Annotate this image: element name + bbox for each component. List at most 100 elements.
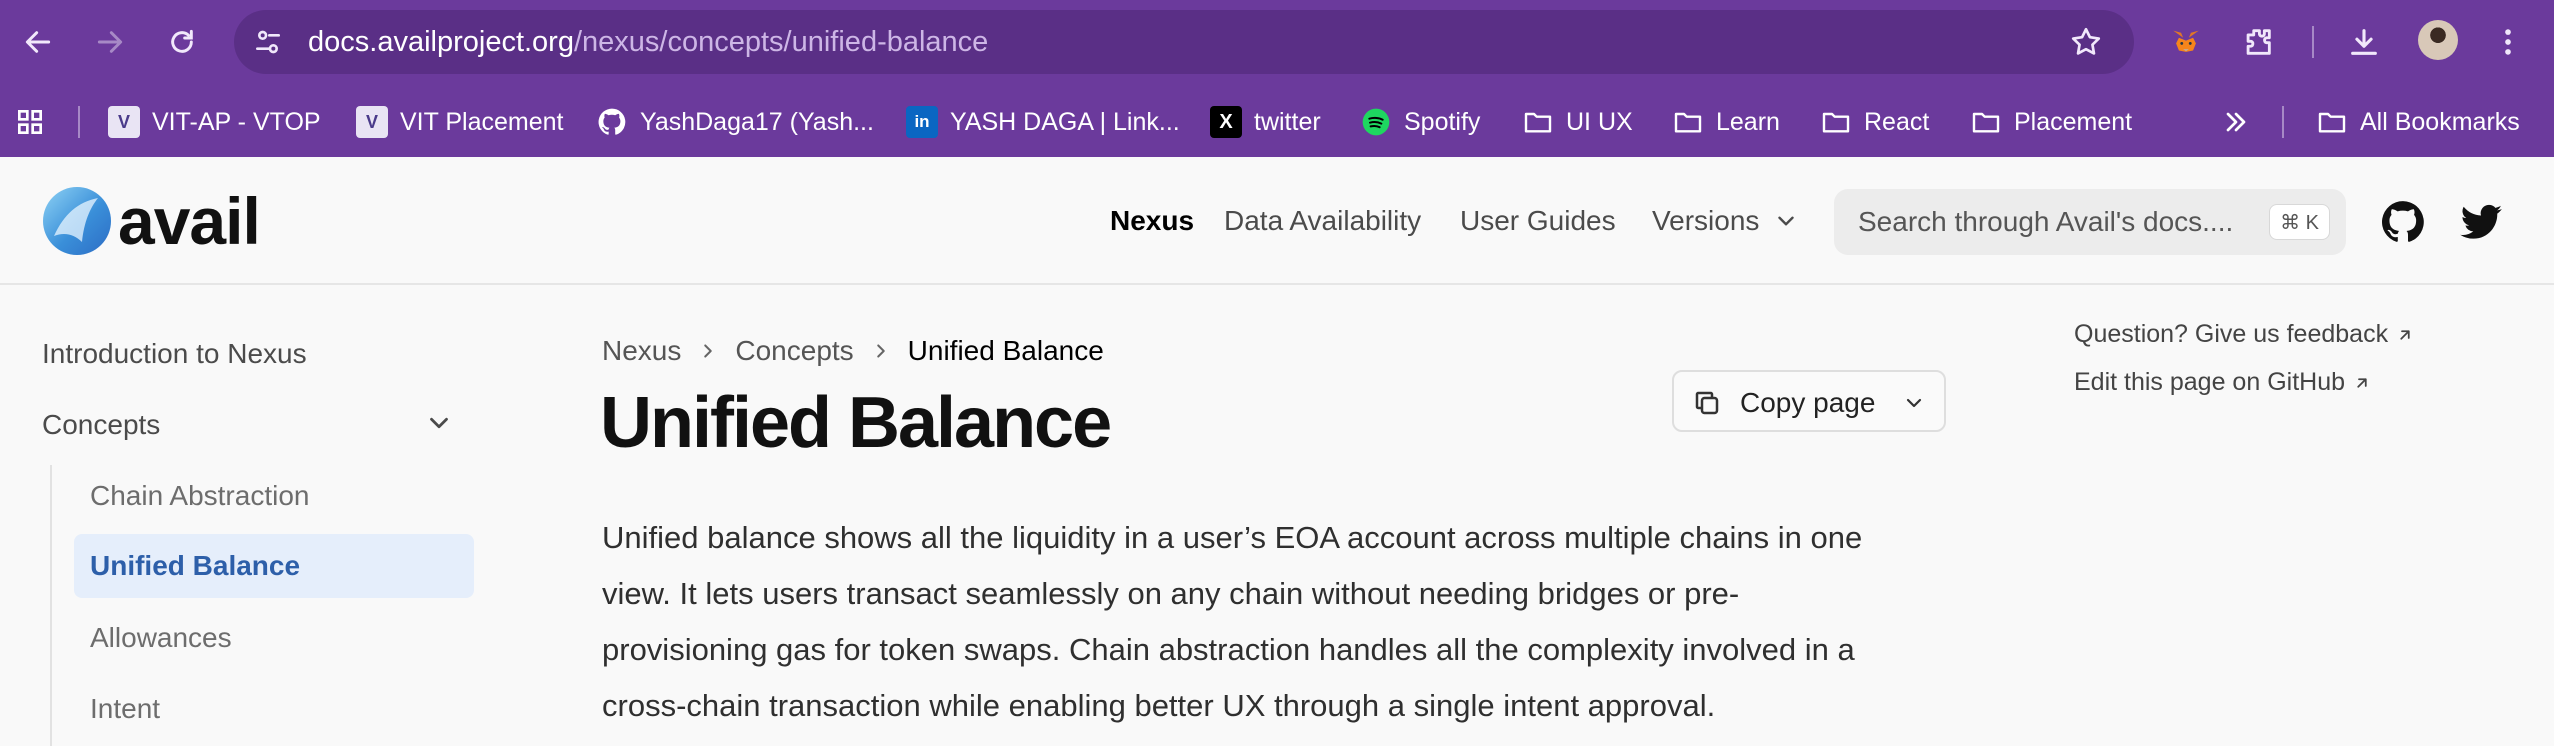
folder-icon [2316, 106, 2348, 138]
bookmark-folder-placement[interactable]: Placement [1970, 94, 2132, 150]
address-bar[interactable]: docs.availproject.org/nexus/concepts/uni… [234, 10, 2134, 74]
search-placeholder: Search through Avail's docs.... [1858, 206, 2234, 237]
url-text[interactable]: docs.availproject.org/nexus/concepts/uni… [308, 26, 988, 59]
bookmark-folder-react[interactable]: React [1820, 94, 1929, 150]
bookmark-separator [2282, 106, 2284, 138]
sidebar-item-intent[interactable]: Intent [90, 693, 160, 725]
chevron-right-icon [704, 344, 713, 358]
all-bookmarks[interactable]: All Bookmarks [2316, 94, 2520, 150]
reload-icon[interactable] [154, 14, 210, 70]
external-link-icon [2357, 377, 2367, 388]
forward-icon[interactable] [82, 14, 138, 70]
browser-chrome: docs.availproject.org/nexus/concepts/uni… [0, 0, 2554, 157]
apps-grid-icon[interactable] [14, 94, 58, 150]
copy-page-label: Copy page [1740, 387, 1876, 418]
nav-versions[interactable]: Versions [1652, 157, 1799, 285]
all-bookmarks-label: All Bookmarks [2360, 107, 2520, 136]
back-icon[interactable] [10, 14, 66, 70]
github-icon [596, 106, 628, 138]
bookmark-label: React [1864, 107, 1930, 136]
sidebar-item-chain-abstraction[interactable]: Chain Abstraction [90, 480, 309, 512]
paragraph-line: Unified balance shows all the liquidity … [602, 520, 1863, 555]
breadcrumb-concepts[interactable]: Concepts [735, 335, 853, 367]
copy-page-button[interactable]: Copy page [1672, 370, 1946, 432]
chevron-down-icon [1778, 216, 1795, 226]
sidebar-item-unified-balance-label: Unified Balance [90, 550, 301, 581]
folder-icon [1522, 106, 1554, 138]
bookmark-label: twitter [1254, 107, 1321, 136]
url-path: /nexus/concepts/unified-balance [573, 26, 989, 58]
breadcrumb-nexus[interactable]: Nexus [602, 335, 681, 367]
linkedin-icon: in [906, 106, 938, 138]
edit-on-github-link[interactable]: Edit this page on GitHub [2074, 368, 2371, 397]
bookmark-vit-ap[interactable]: V VIT-AP - VTOP [108, 94, 321, 150]
folder-icon [1672, 106, 1704, 138]
folder-icon [1970, 106, 2002, 138]
nav-data-availability[interactable]: Data Availability [1224, 157, 1421, 285]
avail-logo-mark [43, 187, 111, 255]
breadcrumb: Nexus Concepts Unified Balance [602, 333, 1104, 369]
toolbar-separator [2312, 26, 2314, 58]
site-settings-icon[interactable] [252, 26, 284, 58]
sidebar-tree-line [50, 465, 52, 746]
bookmark-twitter[interactable]: X twitter [1210, 94, 1321, 150]
search-shortcut-badge: ⌘ K [2269, 204, 2330, 240]
bookmark-label: YASH DAGA | Link... [950, 107, 1180, 136]
feedback-link[interactable]: Question? Give us feedback [2074, 320, 2414, 349]
bookmark-spotify[interactable]: Spotify [1360, 94, 1480, 150]
external-link-icon [2400, 329, 2410, 340]
bookmark-separator [78, 106, 80, 138]
chevron-right-icon [876, 344, 885, 358]
avail-logo[interactable]: avail [40, 183, 261, 259]
bookmark-label: Spotify [1404, 107, 1481, 136]
paragraph-line: view. It lets users transact seamlessly … [602, 576, 1740, 611]
url-host: docs.availproject.org [308, 26, 574, 58]
github-icon[interactable] [2378, 197, 2428, 247]
bookmark-label: YashDaga17 (Yash... [640, 107, 874, 136]
download-icon[interactable] [2336, 14, 2392, 70]
bookmark-linkedin[interactable]: in YASH DAGA | Link... [906, 94, 1180, 150]
more-bookmarks-icon[interactable] [2220, 94, 2264, 150]
site-header: avail Nexus Data Availability User Guide… [0, 157, 2554, 285]
sidebar: Introduction to Nexus Concepts Chain Abs… [0, 287, 500, 746]
extensions-icon[interactable] [2230, 14, 2286, 70]
breadcrumb-current: Unified Balance [907, 335, 1104, 366]
more-menu-icon[interactable] [2480, 14, 2536, 70]
edit-on-github-label: Edit this page on GitHub [2074, 368, 2345, 396]
bookmark-label: VIT-AP - VTOP [152, 107, 321, 136]
sidebar-item-allowances[interactable]: Allowances [90, 622, 232, 654]
folder-icon [1820, 106, 1852, 138]
vit-favicon: V [356, 106, 388, 138]
bookmark-label: VIT Placement [400, 107, 564, 136]
chevron-down-icon[interactable] [1902, 391, 1926, 415]
paragraph-line: cross-chain transaction while enabling b… [602, 688, 1716, 723]
metamask-icon[interactable] [2158, 14, 2214, 70]
nav-versions-label: Versions [1652, 205, 1760, 236]
avail-logo-text: avail [118, 184, 261, 258]
spotify-icon [1360, 106, 1392, 138]
bookmarks-bar: V VIT-AP - VTOP V VIT Placement YashDaga… [0, 94, 2554, 150]
page-title: Unified Balance [600, 383, 1112, 463]
vit-favicon: V [108, 106, 140, 138]
bookmark-label: Placement [2014, 107, 2133, 136]
copy-icon [1695, 391, 1719, 415]
x-icon: X [1210, 106, 1242, 138]
feedback-link-label: Question? Give us feedback [2074, 320, 2389, 348]
bookmark-label: Learn [1716, 107, 1780, 136]
intro-paragraph: Unified balance shows all the liquidity … [602, 510, 1962, 734]
nav-nexus[interactable]: Nexus [1110, 157, 1194, 285]
nav-user-guides[interactable]: User Guides [1460, 157, 1616, 285]
search-input[interactable]: Search through Avail's docs.... ⌘ K [1834, 189, 2346, 255]
bookmark-folder-ui-ux[interactable]: UI UX [1522, 94, 1633, 150]
bookmark-folder-learn[interactable]: Learn [1672, 94, 1780, 150]
sidebar-item-concepts[interactable]: Concepts [42, 409, 160, 441]
bookmark-vit-placement[interactable]: V VIT Placement [356, 94, 564, 150]
bookmark-star-icon[interactable] [2068, 24, 2104, 60]
sidebar-item-introduction[interactable]: Introduction to Nexus [42, 338, 307, 370]
chevron-down-icon[interactable] [424, 408, 454, 438]
twitter-icon[interactable] [2456, 197, 2506, 247]
bookmark-github[interactable]: YashDaga17 (Yash... [596, 94, 874, 150]
paragraph-line: provisioning gas for token swaps. Chain … [602, 632, 1855, 667]
bookmark-label: UI UX [1566, 107, 1633, 136]
profile-avatar[interactable] [2418, 20, 2458, 60]
